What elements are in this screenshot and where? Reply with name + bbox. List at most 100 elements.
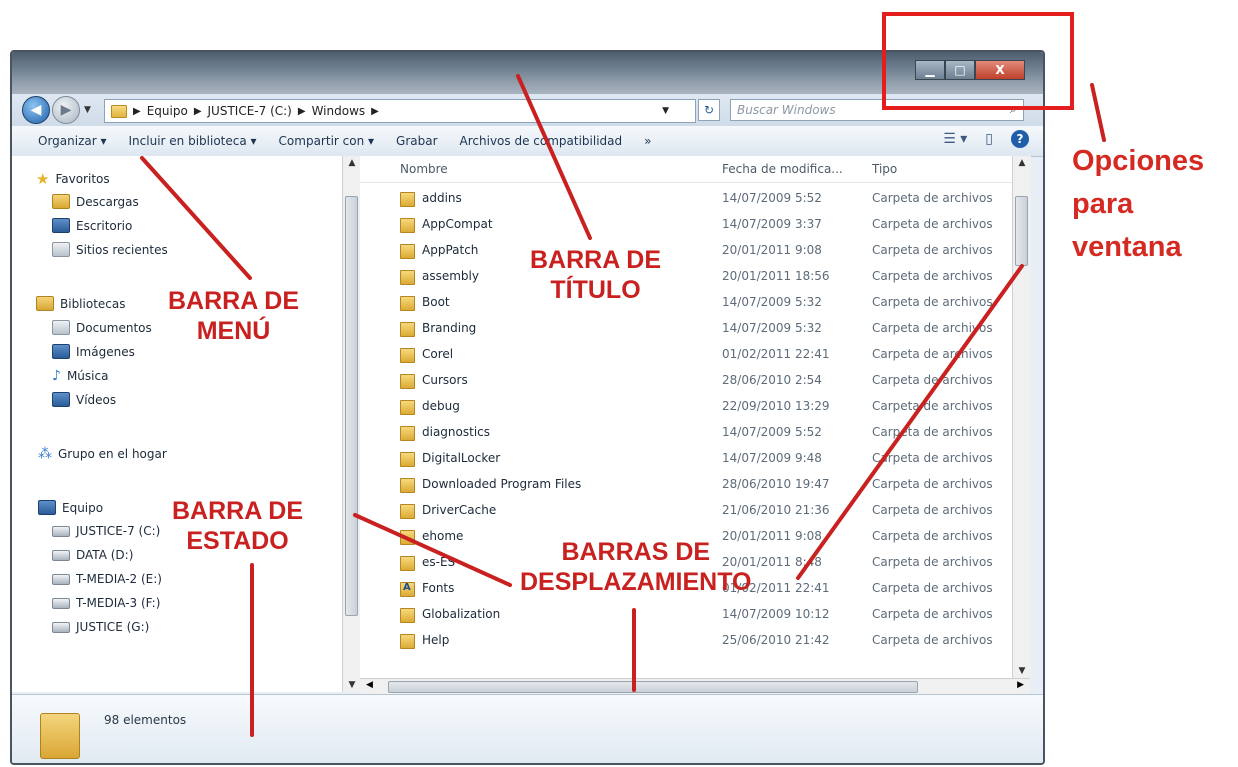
include-library-button[interactable]: Incluir en biblioteca ▾ [129, 134, 257, 148]
column-header-name[interactable]: Nombre [400, 162, 448, 176]
back-button[interactable]: ◀ [22, 96, 50, 124]
annotation-scroll-bars: BARRAS DE DESPLAZAMIENTO [520, 537, 752, 597]
compatibility-files-button[interactable]: Archivos de compatibilidad [460, 134, 623, 148]
scroll-left-arrow[interactable]: ◀ [366, 680, 373, 690]
breadcrumb-windows[interactable]: Windows [312, 104, 366, 118]
nav-item-label: JUSTICE (G:) [76, 620, 150, 634]
table-row[interactable]: AppPatch 20/01/2011 9:08 Carpeta de archiv… [360, 238, 1012, 264]
table-row[interactable]: Corel 01/02/2011 22:41 Carpeta de archivos [360, 342, 1012, 368]
view-options-icon[interactable]: ☰ ▾ [943, 131, 967, 147]
table-row[interactable]: addins 14/07/2009 5:52 Carpeta de archivos [360, 186, 1012, 212]
chevron-right-icon[interactable]: ▶ [298, 106, 306, 117]
scroll-down-arrow[interactable]: ▼ [1013, 666, 1031, 676]
annotation-status-bar: BARRA DE ESTADO [172, 496, 303, 556]
breadcrumb-equipo[interactable]: Equipo [147, 104, 188, 118]
chevron-right-icon[interactable]: ▶ [194, 106, 202, 117]
table-row[interactable]: Branding 14/07/2009 5:32 Carpeta de archiv… [360, 316, 1012, 342]
nav-item-documentos[interactable]: Documentos [52, 320, 152, 335]
breadcrumb-drive[interactable]: JUSTICE-7 (C:) [208, 104, 292, 118]
more-commands-button[interactable]: » [644, 134, 651, 148]
nav-item-label: DATA (D:) [76, 548, 134, 562]
folder-icon [40, 713, 80, 759]
organize-menu-button[interactable]: Organizar ▾ [38, 134, 107, 148]
forward-button[interactable]: ▶ [52, 96, 80, 124]
documents-icon [52, 320, 70, 335]
nav-item-descargas[interactable]: Descargas [52, 194, 139, 209]
chevron-right-icon[interactable]: ▶ [371, 106, 379, 117]
file-list-horizontal-scrollbar[interactable]: ◀ ▶ [360, 678, 1030, 695]
file-name: Boot [422, 295, 450, 309]
nav-item-sitios-recientes[interactable]: Sitios recientes [52, 242, 168, 257]
file-name: Corel [422, 347, 454, 361]
file-name: Globalization [422, 607, 501, 621]
preview-pane-icon[interactable]: ▯ [985, 131, 993, 147]
file-type: Carpeta de archivos [872, 269, 993, 283]
scroll-up-arrow[interactable]: ▲ [1013, 158, 1031, 168]
nav-item-imagenes[interactable]: Imágenes [52, 344, 135, 359]
table-row[interactable]: DriverCache 21/06/2010 21:36 Carpeta de ar… [360, 498, 1012, 524]
nav-scroll-thumb[interactable] [345, 196, 358, 616]
file-type: Carpeta de archivos [872, 217, 993, 231]
file-name: Branding [422, 321, 477, 335]
nav-computer[interactable]: Equipo [38, 500, 103, 515]
file-date: 28/06/2010 2:54 [722, 373, 822, 387]
file-date: 28/06/2010 19:47 [722, 477, 830, 491]
column-header-type[interactable]: Tipo [872, 162, 897, 176]
chevron-right-icon[interactable]: ▶ [133, 106, 141, 117]
folder-icon [400, 192, 415, 207]
file-name: Help [422, 633, 450, 647]
column-header-date[interactable]: Fecha de modifica... [722, 162, 843, 176]
nav-drive-g[interactable]: JUSTICE (G:) [52, 620, 149, 634]
table-row[interactable]: Downloaded Program Files 28/06/2010 19:47… [360, 472, 1012, 498]
share-with-button[interactable]: Compartir con ▾ [279, 134, 374, 148]
vertical-scroll-thumb[interactable] [1015, 196, 1028, 266]
nav-drive-c[interactable]: JUSTICE-7 (C:) [52, 524, 160, 538]
address-dropdown-arrow[interactable]: ▼ [662, 106, 669, 116]
table-row[interactable]: diagnostics 14/07/2009 5:52 Carpeta de arc… [360, 420, 1012, 446]
help-icon[interactable]: ? [1011, 130, 1029, 148]
horizontal-scroll-thumb[interactable] [388, 681, 918, 693]
file-type: Carpeta de archivos [872, 477, 993, 491]
annotation-window-options: Opciones para ventana [1072, 140, 1204, 269]
nav-item-escritorio[interactable]: Escritorio [52, 218, 132, 233]
file-type: Carpeta de archivos [872, 581, 993, 595]
table-row[interactable]: assembly 20/01/2011 18:56 Carpeta de archi… [360, 264, 1012, 290]
table-row[interactable]: debug 22/09/2010 13:29 Carpeta de archivos [360, 394, 1012, 420]
nav-libraries[interactable]: Bibliotecas [36, 296, 125, 311]
file-type: Carpeta de archivos [872, 399, 993, 413]
nav-item-musica[interactable]: ♪ Música [52, 368, 108, 384]
nav-drive-f[interactable]: T-MEDIA-3 (F:) [52, 596, 160, 610]
address-field[interactable]: ▶ Equipo ▶ JUSTICE-7 (C:) ▶ Windows ▶ ▼ [104, 99, 696, 123]
table-row[interactable]: Help 25/06/2010 21:42 Carpeta de archivos [360, 628, 1012, 654]
file-type: Carpeta de archivos [872, 607, 993, 621]
annotation-line: ventana [1072, 231, 1182, 263]
recent-pages-dropdown[interactable]: ▼ [84, 105, 91, 115]
file-date: 14/07/2009 5:52 [722, 425, 822, 439]
videos-icon [52, 392, 70, 407]
annotation-line: ESTADO [186, 527, 289, 555]
nav-item-videos[interactable]: Vídeos [52, 392, 116, 407]
system-drive-icon [52, 525, 70, 537]
table-row[interactable]: Cursors 28/06/2010 2:54 Carpeta de archivo… [360, 368, 1012, 394]
nav-drive-e[interactable]: T-MEDIA-2 (E:) [52, 572, 162, 586]
nav-drive-d[interactable]: DATA (D:) [52, 548, 133, 562]
scroll-right-arrow[interactable]: ▶ [1017, 680, 1024, 690]
homegroup-icon: ⁂ [38, 446, 52, 462]
burn-button[interactable]: Grabar [396, 134, 438, 148]
nav-favorites[interactable]: ★ Favoritos [36, 170, 110, 188]
scroll-up-arrow[interactable]: ▲ [343, 158, 361, 168]
file-type: Carpeta de archivos [872, 321, 993, 335]
table-row[interactable]: AppCompat 14/07/2009 3:37 Carpeta de archi… [360, 212, 1012, 238]
table-row[interactable]: DigitalLocker 14/07/2009 9:48 Carpeta de a… [360, 446, 1012, 472]
nav-homegroup[interactable]: ⁂ Grupo en el hogar [38, 446, 167, 462]
arrow-left-icon: ◀ [30, 102, 42, 118]
file-date: 22/09/2010 13:29 [722, 399, 830, 413]
nav-pane-scrollbar[interactable]: ▲ ▼ [342, 156, 361, 692]
scroll-down-arrow[interactable]: ▼ [343, 680, 361, 690]
refresh-button[interactable]: ↻ [698, 99, 720, 121]
table-row[interactable]: Globalization 14/07/2009 10:12 Carpeta de … [360, 602, 1012, 628]
arrow-right-icon: ▶ [60, 102, 72, 118]
annotation-line: DESPLAZAMIENTO [520, 568, 752, 596]
table-row[interactable]: Boot 14/07/2009 5:32 Carpeta de archivos [360, 290, 1012, 316]
file-list-vertical-scrollbar[interactable]: ▲ ▼ [1012, 156, 1031, 678]
